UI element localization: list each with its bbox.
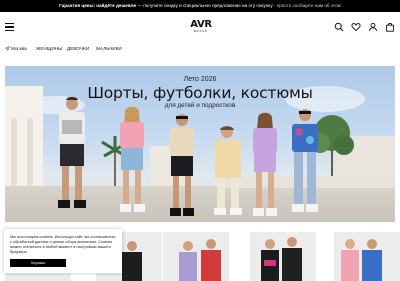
hero-banner[interactable]: Лето 2026 Шорты, футболки, костюмы для д… <box>5 66 395 222</box>
bag-icon[interactable] <box>385 22 395 32</box>
cookie-accept-button[interactable]: Хорошо <box>10 259 66 267</box>
model-boy-2 <box>170 114 194 216</box>
model-boy-4 <box>292 109 318 212</box>
product-card[interactable] <box>250 232 316 281</box>
nav-boys[interactable]: Мальчики <box>96 42 122 56</box>
hero-subtitle: Лето 2026 <box>183 76 217 83</box>
logo-main: AVR <box>190 19 212 30</box>
model-boy-1 <box>58 97 86 208</box>
promo-text: — получите скидку и специальное предложе… <box>136 3 273 8</box>
heart-icon[interactable] <box>351 22 361 32</box>
search-icon[interactable] <box>334 22 344 32</box>
promo-bar: Гарантия цены: найдёте дешевле — получит… <box>0 0 400 12</box>
location-arrow-icon <box>4 46 10 52</box>
nav-girls[interactable]: Девочки <box>67 42 89 56</box>
location-label: Москва <box>11 46 27 51</box>
logo-sub: BRAND <box>193 30 209 33</box>
site-logo[interactable]: AVR BRAND <box>186 20 216 34</box>
menu-icon[interactable] <box>5 23 14 31</box>
cookie-banner: Мы используем cookies. Используя сайт, в… <box>4 229 122 273</box>
promo-bold: Гарантия цены: найдёте дешевле <box>59 3 137 8</box>
nav-women[interactable]: Женщины <box>36 42 62 56</box>
cookie-text: Мы используем cookies. Используя сайт, в… <box>10 234 116 254</box>
location-selector[interactable]: Москва <box>4 42 27 56</box>
promo-note: · просто сообщите нам об этом <box>272 3 341 8</box>
user-icon[interactable] <box>368 22 378 32</box>
model-girl-2 <box>253 112 277 216</box>
product-card[interactable] <box>334 232 400 281</box>
product-card[interactable] <box>163 232 229 281</box>
model-girl-1 <box>120 106 145 212</box>
category-nav: Москва Женщины Девочки Мальчики <box>0 42 400 56</box>
site-header: AVR BRAND <box>0 12 400 42</box>
